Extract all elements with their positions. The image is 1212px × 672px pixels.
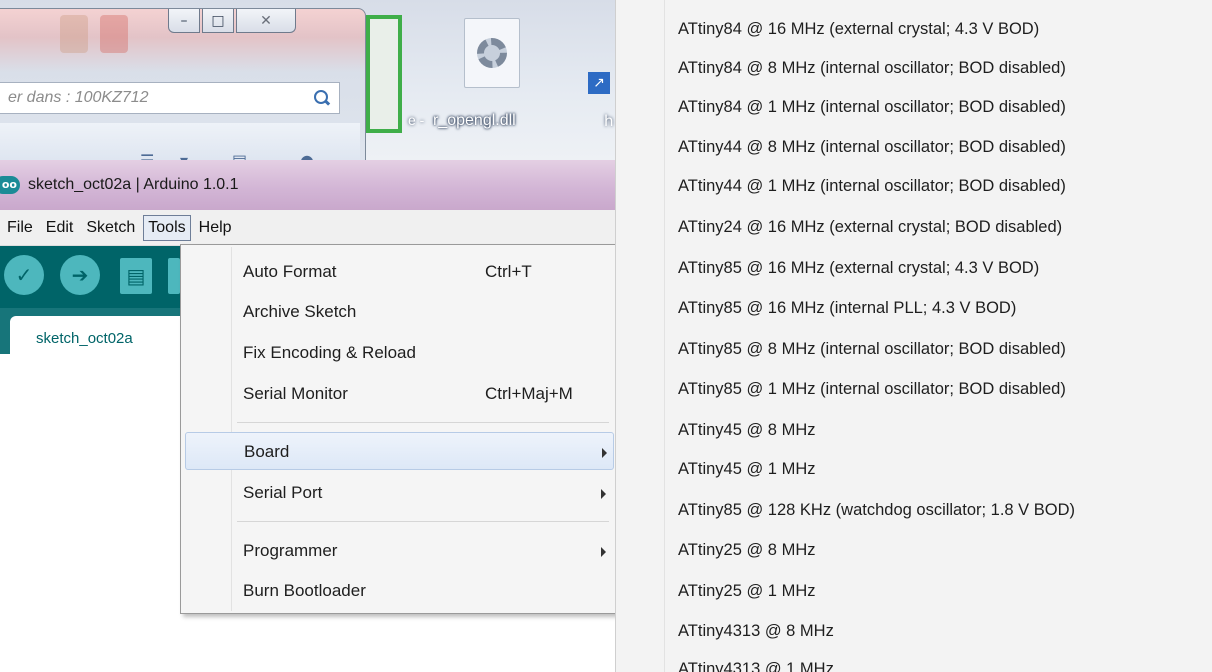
menu-sketch[interactable]: Sketch [81, 215, 140, 241]
menu-item-label: Programmer [243, 541, 338, 560]
dll-file-icon[interactable] [464, 18, 520, 88]
verify-button[interactable]: ✓ [4, 255, 44, 295]
menu-item-board[interactable]: Board [185, 432, 614, 470]
menu-item-label: Serial Monitor [243, 384, 348, 403]
menu-item-archive-sketch[interactable]: Archive Sketch [185, 293, 614, 331]
shortcut-label: h [604, 112, 614, 130]
board-option[interactable]: ATtiny45 @ 1 MHz [678, 450, 815, 488]
arduino-logo-icon: oo [0, 176, 20, 194]
menu-item-programmer[interactable]: Programmer [185, 532, 614, 570]
search-icon[interactable] [313, 89, 331, 107]
desktop-background: – □ ✕ er dans : 100KZ712 ☰ ▾ ▤ ● e - r_o… [0, 0, 615, 160]
menu-help[interactable]: Help [194, 215, 237, 241]
checkmark-icon: ✓ [15, 263, 33, 287]
new-file-icon: ▤ [126, 264, 146, 288]
view-options-icon[interactable]: ☰ [140, 151, 154, 160]
board-option[interactable]: ATtiny85 @ 16 MHz (external crystal; 4.3… [678, 249, 1039, 287]
menu-item-label: Auto Format [243, 262, 337, 281]
minimize-button[interactable]: – [168, 9, 200, 33]
board-option[interactable]: ATtiny44 @ 1 MHz (internal oscillator; B… [678, 167, 1066, 205]
upload-button[interactable]: ➔ [60, 255, 100, 295]
board-option[interactable]: ATtiny85 @ 8 MHz (internal oscillator; B… [678, 330, 1066, 368]
menu-item-shortcut: Ctrl+T [485, 262, 532, 281]
board-option[interactable]: ATtiny4313 @ 8 MHz [678, 612, 834, 650]
submenu-arrow-icon [601, 547, 606, 557]
new-button[interactable]: ▤ [120, 258, 152, 294]
preview-pane-icon[interactable]: ▤ [232, 151, 247, 160]
submenu-arrow-icon [602, 448, 607, 458]
menu-separator [237, 422, 609, 423]
gear-icon [477, 38, 507, 68]
board-option[interactable]: ATtiny85 @ 1 MHz (internal oscillator; B… [678, 370, 1066, 408]
tools-dropdown-menu: Auto Format Ctrl+T Archive Sketch Fix En… [180, 244, 617, 614]
blurred-folder-icon [100, 15, 128, 53]
maximize-icon: □ [211, 12, 225, 29]
board-submenu: ATtiny84 @ 16 MHz (external crystal; 4.3… [615, 0, 1212, 672]
close-button[interactable]: ✕ [236, 9, 296, 33]
board-option[interactable]: ATtiny85 @ 128 KHz (watchdog oscillator;… [678, 491, 1075, 529]
shortcut-arrow-icon[interactable]: ↗ [588, 72, 610, 94]
open-button[interactable] [168, 258, 180, 294]
board-option[interactable]: ATtiny45 @ 8 MHz [678, 411, 815, 449]
board-option[interactable]: ATtiny25 @ 8 MHz [678, 531, 815, 569]
blurred-folder-icon [60, 15, 88, 53]
menu-item-shortcut: Ctrl+Maj+M [485, 384, 573, 403]
window-title: sketch_oct02a | Arduino 1.0.1 [28, 176, 239, 193]
chevron-down-icon[interactable]: ▾ [180, 151, 188, 160]
menu-item-serial-port[interactable]: Serial Port [185, 474, 614, 512]
menu-item-burn-bootloader[interactable]: Burn Bootloader [185, 572, 614, 610]
board-option[interactable]: ATtiny44 @ 8 MHz (internal oscillator; B… [678, 128, 1066, 166]
menu-item-fix-encoding[interactable]: Fix Encoding & Reload [185, 334, 614, 372]
board-option[interactable]: ATtiny25 @ 1 MHz [678, 572, 815, 610]
board-option[interactable]: ATtiny4313 @ 1 MHz [678, 650, 834, 672]
maximize-button[interactable]: □ [202, 9, 234, 33]
window-controls: – □ ✕ [168, 9, 298, 37]
board-option[interactable]: ATtiny84 @ 8 MHz (internal oscillator; B… [678, 49, 1066, 87]
close-icon: ✕ [260, 12, 272, 29]
help-icon[interactable]: ● [300, 151, 314, 160]
submenu-arrow-icon [601, 489, 606, 499]
menu-tools[interactable]: Tools [143, 214, 191, 241]
menu-edit[interactable]: Edit [41, 215, 79, 241]
desktop-icon-label: e - [408, 112, 425, 128]
arrow-right-icon: ➔ [71, 263, 89, 287]
menu-item-label: Serial Port [243, 483, 323, 502]
explorer-window: – □ ✕ er dans : 100KZ712 ☰ ▾ ▤ ● [0, 8, 366, 160]
selected-desktop-icon[interactable] [366, 15, 402, 133]
board-option[interactable]: ATtiny84 @ 16 MHz (external crystal; 4.3… [678, 10, 1039, 48]
explorer-toolbar: ☰ ▾ ▤ ● [0, 123, 360, 160]
minimize-icon: – [180, 12, 188, 29]
board-option[interactable]: ATtiny24 @ 16 MHz (external crystal; BOD… [678, 208, 1062, 246]
dll-file-label: r_opengl.dll [433, 112, 516, 129]
board-option[interactable]: ATtiny84 @ 1 MHz (internal oscillator; B… [678, 88, 1066, 126]
menu-bar: File Edit Sketch Tools Help [0, 210, 615, 246]
menu-file[interactable]: File [2, 215, 38, 241]
menu-item-label: Board [244, 442, 290, 461]
menu-item-label: Fix Encoding & Reload [243, 343, 416, 362]
menu-separator [237, 521, 609, 522]
menu-item-label: Archive Sketch [243, 302, 357, 321]
search-placeholder: er dans : 100KZ712 [8, 89, 149, 106]
menu-icon-gutter [664, 0, 665, 672]
menu-item-auto-format[interactable]: Auto Format Ctrl+T [185, 253, 614, 291]
board-option[interactable]: ATtiny85 @ 16 MHz (internal PLL; 4.3 V B… [678, 289, 1016, 327]
menu-item-serial-monitor[interactable]: Serial Monitor Ctrl+Maj+M [185, 375, 614, 413]
menu-item-label: Burn Bootloader [243, 581, 366, 600]
search-input[interactable]: er dans : 100KZ712 [0, 82, 340, 114]
title-bar: oo sketch_oct02a | Arduino 1.0.1 [0, 160, 615, 210]
